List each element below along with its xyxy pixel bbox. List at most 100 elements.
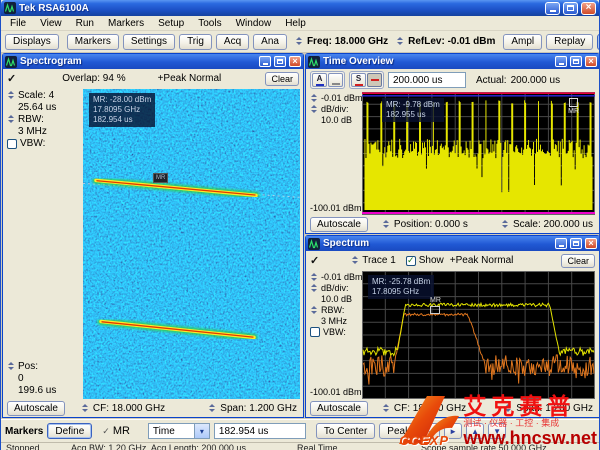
top-ref-control[interactable]: -0.01 dBm bbox=[310, 93, 362, 103]
peak-higher-button[interactable]: ▲ bbox=[466, 423, 484, 439]
span-readout[interactable]: Span: 1.200 GHz bbox=[516, 403, 593, 414]
panel-minimize-button[interactable] bbox=[259, 56, 271, 67]
position-readout[interactable]: Position: 0.000 s bbox=[394, 219, 468, 230]
analysis-length-field[interactable]: 200.000 us bbox=[388, 72, 466, 88]
reflev-spinner-icon[interactable] bbox=[396, 37, 404, 46]
menu-file[interactable]: File bbox=[3, 18, 33, 29]
mr-marker[interactable]: MR bbox=[568, 98, 579, 116]
dbdiv-control[interactable]: dB/div: bbox=[310, 104, 362, 114]
selected-marker[interactable]: ✓ MR bbox=[102, 425, 130, 437]
autoscale-button[interactable]: Autoscale bbox=[310, 217, 368, 232]
menu-tools[interactable]: Tools bbox=[191, 18, 228, 29]
actual-label: Actual: bbox=[476, 75, 507, 86]
time-overview-plot[interactable]: MR: -9.78 dBm 182.955 us MR bbox=[362, 92, 595, 215]
mr-marker[interactable]: MR bbox=[153, 173, 168, 183]
vbw-checkbox[interactable] bbox=[310, 327, 320, 337]
minimize-button[interactable] bbox=[545, 2, 560, 15]
span-readout[interactable]: Span: 1.200 GHz bbox=[220, 403, 297, 414]
menu-window[interactable]: Window bbox=[229, 18, 279, 29]
peak-lower-button[interactable]: ▼ bbox=[488, 423, 506, 439]
spectrum-time-auto-button[interactable]: S bbox=[351, 73, 366, 87]
panel-close-button[interactable]: × bbox=[585, 56, 597, 67]
analysis-time-auto-button[interactable]: A bbox=[312, 73, 327, 87]
rbw-control[interactable]: RBW: bbox=[7, 114, 83, 125]
mr-marker[interactable]: MR bbox=[430, 297, 441, 314]
spectrogram-plot[interactable]: MR: -28.00 dBm 17.8095 GHz 182.954 us MR bbox=[83, 89, 300, 399]
acq-button[interactable]: Acq bbox=[216, 34, 249, 50]
replay-button[interactable]: Replay bbox=[546, 34, 593, 50]
peak-button[interactable]: Peak bbox=[379, 423, 418, 439]
menu-run[interactable]: Run bbox=[69, 18, 101, 29]
freq-spinner-icon[interactable] bbox=[295, 37, 303, 46]
panel-maximize-button[interactable] bbox=[570, 238, 582, 249]
menu-markers[interactable]: Markers bbox=[101, 18, 151, 29]
marker-domain-combo[interactable]: Time ▾ bbox=[148, 423, 210, 439]
marker-readout: MR: -9.78 dBm 182.955 us bbox=[382, 98, 444, 122]
overlap-readout[interactable]: Overlap: 94 % bbox=[62, 73, 125, 84]
spectrogram-image bbox=[83, 89, 300, 399]
position-spinner-icon[interactable] bbox=[382, 220, 390, 229]
vbw-control[interactable]: VBW: bbox=[310, 327, 362, 337]
cf-spinner-icon[interactable] bbox=[382, 404, 390, 413]
clear-button[interactable]: Clear bbox=[561, 254, 595, 268]
trig-button[interactable]: Trig bbox=[179, 34, 212, 50]
panel-minimize-button[interactable] bbox=[555, 238, 567, 249]
vbw-control[interactable]: VBW: bbox=[7, 138, 83, 149]
maximize-button[interactable] bbox=[563, 2, 578, 15]
peak-right-button[interactable]: ► bbox=[444, 423, 462, 439]
dbdiv-control[interactable]: dB/div: bbox=[310, 283, 362, 293]
autoscale-button[interactable]: Autoscale bbox=[310, 401, 368, 416]
close-button[interactable]: × bbox=[581, 2, 596, 15]
spectrum-plot[interactable]: MR: -25.78 dBm 17.8095 GHz MR bbox=[362, 271, 595, 399]
spectrogram-titlebar[interactable]: Spectrogram × bbox=[3, 54, 303, 69]
marker-position-field[interactable]: 182.954 us bbox=[214, 423, 306, 439]
scale-control[interactable]: Scale: 4 bbox=[7, 90, 83, 101]
pos-control[interactable]: Pos: bbox=[7, 361, 83, 372]
ampl-button[interactable]: Ampl bbox=[503, 34, 542, 50]
markers-button[interactable]: Markers bbox=[67, 34, 119, 50]
ana-button[interactable]: Ana bbox=[253, 34, 287, 50]
panel-close-button[interactable]: × bbox=[585, 238, 597, 249]
combo-arrow-icon: ▾ bbox=[194, 424, 209, 438]
display-selected-check-icon[interactable]: ✓ bbox=[7, 72, 16, 85]
show-control[interactable]: ✓ Show bbox=[406, 255, 444, 266]
peak-left-button[interactable]: ◄ bbox=[422, 423, 440, 439]
cf-spinner-icon[interactable] bbox=[81, 404, 89, 413]
cf-readout[interactable]: CF: 18.000 GHz bbox=[93, 403, 165, 414]
trace-selector[interactable]: Trace 1 bbox=[351, 255, 396, 266]
cf-readout[interactable]: CF: 18.000 GHz bbox=[394, 403, 466, 414]
spectrum-time-manual-button[interactable] bbox=[367, 73, 382, 87]
to-center-button[interactable]: To Center bbox=[316, 423, 375, 439]
display-selected-check-icon[interactable]: ✓ bbox=[310, 254, 319, 267]
detection-readout[interactable]: +Peak Normal bbox=[450, 255, 514, 266]
span-spinner-icon[interactable] bbox=[208, 404, 216, 413]
scale-readout[interactable]: Scale: 200.000 us bbox=[513, 219, 593, 230]
panel-maximize-button[interactable] bbox=[274, 56, 286, 67]
vbw-checkbox[interactable] bbox=[7, 139, 17, 149]
time-overview-titlebar[interactable]: Time Overview × bbox=[306, 54, 599, 69]
reflev-readout[interactable]: RefLev: -0.01 dBm bbox=[408, 36, 495, 47]
clear-button[interactable]: Clear bbox=[265, 72, 299, 86]
displays-button[interactable]: Displays bbox=[5, 34, 59, 50]
analysis-time-manual-button[interactable] bbox=[328, 73, 343, 87]
freq-readout[interactable]: Freq: 18.000 GHz bbox=[307, 36, 388, 47]
top-ref-control[interactable]: -0.01 dBm bbox=[310, 272, 362, 282]
menu-help[interactable]: Help bbox=[278, 18, 313, 29]
window-titlebar[interactable]: Tek RSA6100A × bbox=[1, 0, 599, 16]
analysis-time-group: A bbox=[310, 71, 345, 89]
scale-spinner-icon[interactable] bbox=[501, 220, 509, 229]
spectrum-titlebar[interactable]: Spectrum × bbox=[306, 236, 599, 251]
rbw-control[interactable]: RBW: bbox=[310, 305, 362, 315]
menu-setup[interactable]: Setup bbox=[151, 18, 191, 29]
span-spinner-icon[interactable] bbox=[504, 404, 512, 413]
panel-minimize-button[interactable] bbox=[555, 56, 567, 67]
define-markers-button[interactable]: Define bbox=[47, 423, 92, 439]
show-checkbox[interactable]: ✓ bbox=[406, 256, 416, 266]
vbw-label: VBW: bbox=[20, 138, 45, 149]
menu-view[interactable]: View bbox=[33, 18, 69, 29]
panel-close-button[interactable]: × bbox=[289, 56, 301, 67]
detection-readout[interactable]: +Peak Normal bbox=[158, 73, 222, 84]
autoscale-button[interactable]: Autoscale bbox=[7, 401, 65, 416]
panel-maximize-button[interactable] bbox=[570, 56, 582, 67]
settings-button[interactable]: Settings bbox=[123, 34, 175, 50]
